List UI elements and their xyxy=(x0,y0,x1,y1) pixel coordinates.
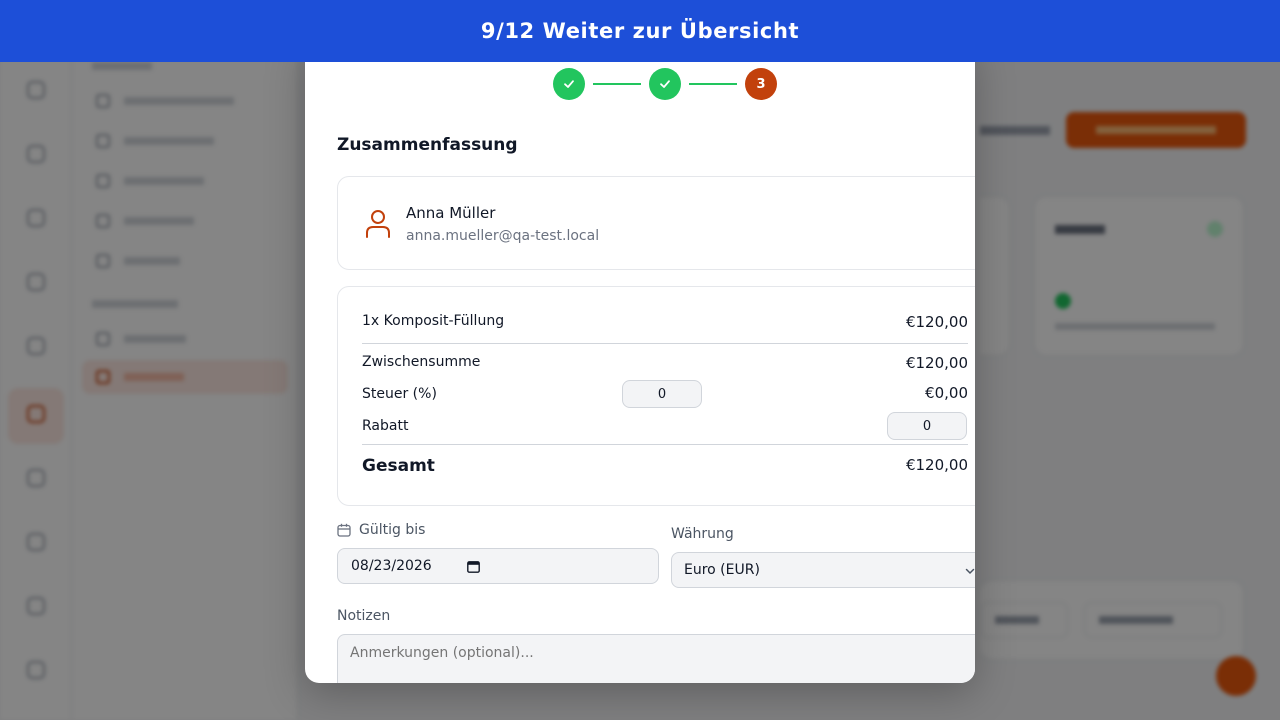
summary-title: Zusammenfassung xyxy=(337,135,518,155)
notes-label: Notizen xyxy=(337,608,391,624)
chevron-down-icon xyxy=(965,568,975,575)
currency-select[interactable]: Euro (EUR) xyxy=(671,552,975,588)
calendar-icon xyxy=(337,523,351,537)
subtotal-label: Zwischensumme xyxy=(362,354,481,370)
total-label: Gesamt xyxy=(362,456,435,476)
valid-until-text: Gültig bis xyxy=(359,522,426,538)
divider xyxy=(362,444,968,445)
check-icon xyxy=(660,80,670,88)
tax-label: Steuer (%) xyxy=(362,386,437,402)
tax-amount: €0,00 xyxy=(925,384,968,402)
valid-until-date-input[interactable]: 08/23/2026 xyxy=(337,548,659,584)
calendar-picker-icon[interactable] xyxy=(467,560,480,573)
currency-selected: Euro (EUR) xyxy=(684,562,760,578)
subtotal-amount: €120,00 xyxy=(905,354,968,372)
customer-card: Anna Müller anna.mueller@qa-test.local xyxy=(337,176,975,270)
step-1-complete xyxy=(553,68,585,100)
valid-until-value: 08/23/2026 xyxy=(351,558,432,574)
step-2-complete xyxy=(649,68,681,100)
invoice-modal: 3 Zusammenfassung Anna Müller anna.muell… xyxy=(305,40,975,683)
line-item-label: 1x Komposit-Füllung xyxy=(362,313,505,329)
stepper: 3 xyxy=(553,68,777,100)
currency-label: Währung xyxy=(671,526,734,542)
line-item-amount: €120,00 xyxy=(905,313,968,331)
discount-label: Rabatt xyxy=(362,418,409,434)
notes-textarea[interactable] xyxy=(337,634,975,683)
discount-input[interactable]: 0 xyxy=(887,412,967,440)
customer-email: anna.mueller@qa-test.local xyxy=(406,228,600,244)
customer-name: Anna Müller xyxy=(406,204,496,222)
divider xyxy=(362,343,968,344)
step-banner: 9/12 Weiter zur Übersicht xyxy=(0,0,1280,62)
step-connector xyxy=(593,83,641,85)
valid-until-label: Gültig bis xyxy=(337,522,425,538)
person-icon xyxy=(366,210,390,238)
step-connector xyxy=(689,83,737,85)
tax-percent-input[interactable]: 0 xyxy=(622,380,702,408)
total-amount: €120,00 xyxy=(905,456,968,474)
summary-card: 1x Komposit-Füllung €120,00 Zwischensumm… xyxy=(337,286,975,506)
step-3-current: 3 xyxy=(745,68,777,100)
check-icon xyxy=(564,80,574,88)
